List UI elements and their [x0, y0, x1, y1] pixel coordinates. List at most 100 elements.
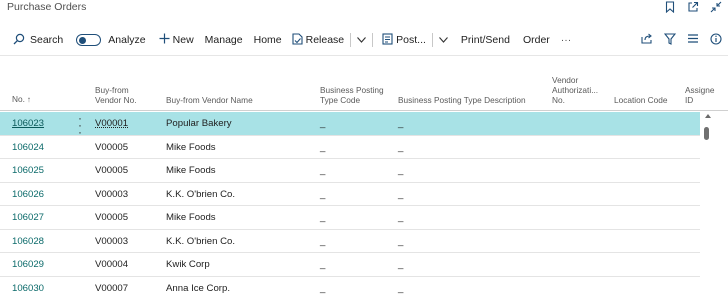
vendor-no-cell: V00005 — [95, 141, 129, 153]
vendor-name-cell: Mike Foods — [166, 141, 216, 153]
bpt-desc-cell: _ — [398, 212, 404, 223]
col-header-location-label: Location Code — [614, 95, 668, 105]
col-header-vendor-auth-line2: Authorizati... — [552, 85, 599, 95]
bpt-code-cell: _ — [320, 259, 326, 270]
col-header-no[interactable]: No. ↑ — [12, 94, 31, 105]
list-tools — [641, 28, 722, 52]
order-no-link[interactable]: 106026 — [12, 189, 44, 200]
chevron-down-icon — [357, 34, 367, 46]
bpt-desc-cell: _ — [398, 282, 404, 294]
order-no-link[interactable]: 106028 — [12, 236, 44, 247]
release-dropdown[interactable] — [357, 28, 367, 52]
vendor-no-cell: V00005 — [95, 165, 129, 176]
post-label: Post... — [396, 34, 426, 46]
order-no-link[interactable]: 106024 — [12, 142, 44, 153]
release-button[interactable]: Release — [292, 28, 345, 52]
table-row[interactable]: 106028 V00003 K.K. O'brien Co. _ _ — [0, 230, 700, 253]
vendor-no-cell: V00001 — [95, 118, 129, 129]
table-row[interactable]: 106024 V00005 Mike Foods _ _ — [0, 136, 700, 159]
table-row[interactable]: 106030 V00007 Anna Ice Corp. _ _ — [0, 277, 700, 299]
col-header-location[interactable]: Location Code — [614, 95, 668, 105]
separator — [372, 33, 374, 47]
vendor-no-cell: V00005 — [95, 212, 129, 223]
bpt-code-cell: _ — [320, 212, 326, 223]
post-icon — [382, 32, 396, 48]
col-header-vendor-no-line1: Buy-from — [95, 85, 129, 95]
page-title: Purchase Orders — [7, 1, 87, 13]
table-body: 106023 · · · V00001 Popular Bakery _ _ 106… — [0, 112, 700, 299]
filter-icon[interactable] — [663, 32, 677, 48]
release-icon — [292, 32, 306, 48]
more-options-icon: ··· — [560, 34, 572, 46]
table-row[interactable]: 106026 V00003 K.K. O'brien Co. _ _ — [0, 183, 700, 206]
bpt-desc-cell: _ — [398, 259, 404, 270]
col-header-bpt-code[interactable]: Business Posting Type Code — [320, 85, 384, 105]
print-send-menu[interactable]: Print/Send — [461, 28, 510, 52]
col-header-assigned[interactable]: Assigne ID — [685, 85, 728, 105]
scroll-up-arrow-icon[interactable] — [704, 114, 711, 118]
table-row[interactable]: 106023 · · · V00001 Popular Bakery _ _ — [0, 112, 700, 138]
bpt-desc-cell: _ — [398, 141, 404, 153]
table-row[interactable]: 106025 V00005 Mike Foods _ _ — [0, 159, 700, 183]
bpt-code-cell: _ — [320, 165, 326, 176]
table-row[interactable]: 106027 V00005 Mike Foods _ _ — [0, 206, 700, 230]
vendor-no-cell: V00003 — [95, 235, 129, 247]
order-no-link[interactable]: 106027 — [12, 212, 44, 223]
order-no-link[interactable]: 106030 — [12, 283, 44, 294]
col-header-vendor-no[interactable]: Buy-from Vendor No. — [95, 85, 137, 105]
home-menu[interactable]: Home — [254, 28, 282, 52]
vendor-name-cell: K.K. O'brien Co. — [166, 188, 236, 200]
scroll-thumb[interactable] — [703, 127, 709, 140]
analyze-switch[interactable] — [76, 34, 102, 46]
col-header-bpt-desc-label: Business Posting Type Description — [398, 95, 526, 105]
open-new-window-icon[interactable] — [687, 1, 699, 13]
action-bar: Search Analyze New Manage Home Release P… — [0, 28, 728, 52]
col-header-vendor-name[interactable]: Buy-from Vendor Name — [166, 95, 253, 105]
col-header-bpt-code-line2: Type Code — [320, 95, 361, 105]
vendor-name-cell: Kwik Corp — [166, 259, 210, 270]
new-label: New — [172, 34, 194, 46]
info-icon[interactable] — [710, 32, 722, 48]
vendor-no-cell: V00007 — [95, 282, 129, 294]
row-actions-icon[interactable]: · · · — [77, 112, 83, 138]
manage-menu[interactable]: Manage — [205, 28, 243, 52]
order-label: Order — [522, 34, 550, 46]
col-header-vendor-auth[interactable]: Vendor Authorizati... No. — [552, 75, 598, 105]
separator — [350, 33, 352, 47]
col-header-assigned-line2: ID — [685, 95, 694, 105]
order-no-link[interactable]: 106029 — [12, 259, 44, 270]
col-header-bpt-desc[interactable]: Business Posting Type Description — [398, 95, 526, 105]
vendor-name-cell: Anna Ice Corp. — [166, 282, 230, 294]
share-icon[interactable] — [641, 33, 653, 47]
new-button[interactable]: New — [159, 28, 194, 52]
order-menu[interactable]: Order — [523, 28, 550, 52]
collapse-icon[interactable] — [710, 1, 722, 13]
list-view-icon[interactable] — [687, 33, 699, 47]
search-button[interactable]: Search — [13, 28, 63, 52]
release-label: Release — [305, 34, 345, 46]
vendor-no-cell: V00003 — [95, 188, 129, 200]
bpt-code-cell: _ — [320, 235, 326, 247]
post-dropdown[interactable] — [439, 28, 448, 52]
vendor-name-cell: Mike Foods — [166, 212, 216, 223]
col-header-vendor-no-line2: Vendor No. — [95, 95, 137, 105]
post-button[interactable]: Post... — [382, 28, 426, 52]
toolbar-divider — [0, 55, 728, 56]
bpt-desc-cell: _ — [398, 165, 404, 176]
col-header-assigned-line1: Assigne — [685, 85, 715, 95]
more-options-button[interactable]: ··· — [561, 28, 572, 52]
table-row[interactable]: 106029 V00004 Kwik Corp _ _ — [0, 253, 700, 277]
bpt-code-cell: _ — [320, 118, 326, 129]
order-no-link[interactable]: 106023 — [12, 118, 44, 129]
vendor-name-cell: K.K. O'brien Co. — [166, 235, 236, 247]
order-no-link[interactable]: 106025 — [12, 165, 44, 176]
analyze-toggle[interactable]: Analyze — [76, 28, 146, 52]
bpt-code-cell: _ — [320, 188, 326, 200]
plus-icon — [159, 33, 173, 47]
bookmark-icon[interactable] — [664, 1, 676, 13]
col-header-vendor-auth-line1: Vendor — [552, 75, 579, 85]
col-header-vendor-auth-line3: No. — [552, 95, 565, 105]
title-bar: Purchase Orders — [0, 0, 728, 22]
vertical-scrollbar[interactable] — [700, 112, 728, 299]
col-header-bpt-code-line1: Business Posting — [320, 85, 384, 95]
